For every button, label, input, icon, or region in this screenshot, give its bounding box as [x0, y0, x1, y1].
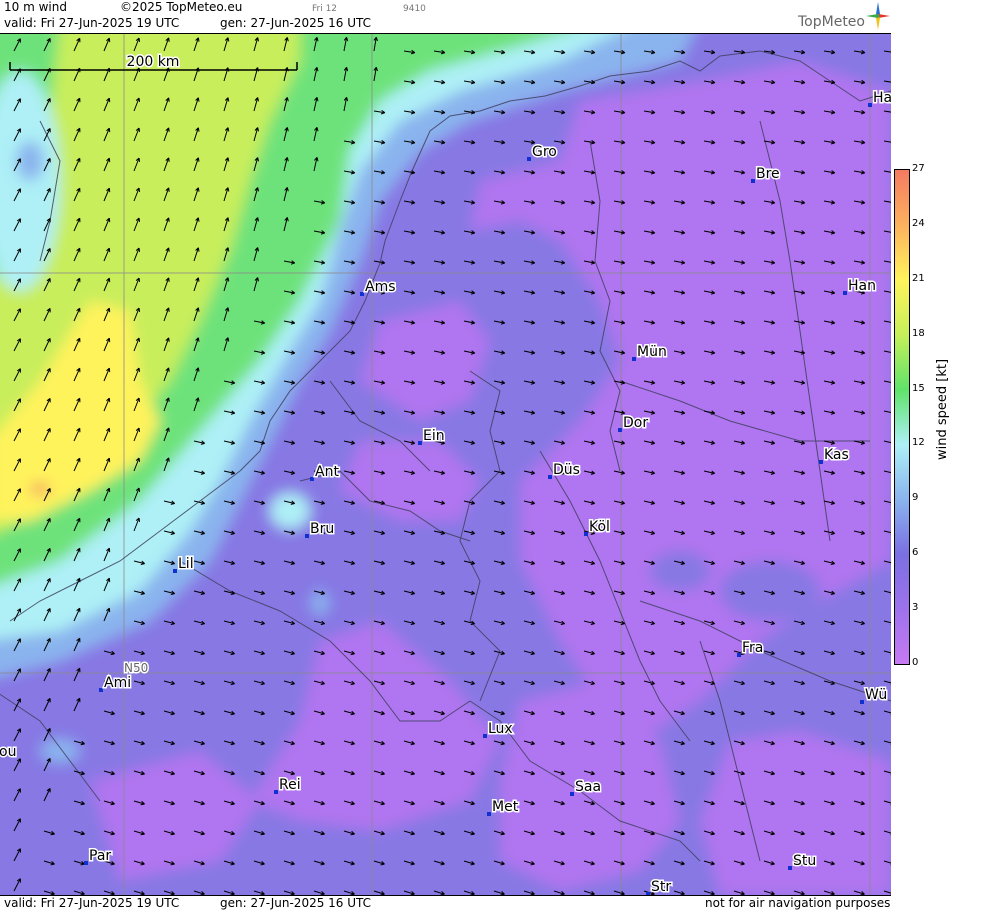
wind-map[interactable]: 200 km N50 Ha Gro Bre Ams Han Mün Dor Ein Kas Ant…: [0, 33, 892, 896]
footer-valid-time: valid: Fri 27-Jun-2025 19 UTC: [4, 896, 180, 910]
legend-tick-label: 27: [912, 163, 925, 174]
city-marker: [632, 357, 636, 361]
legend-tick-label: 6: [912, 547, 919, 559]
city-label: Bru: [310, 521, 334, 537]
city-marker: [737, 653, 741, 657]
city-label: Saa: [575, 779, 601, 795]
city-marker: [99, 688, 103, 692]
legend-tick-label: 12: [912, 437, 925, 449]
city-marker: [868, 103, 872, 107]
legend-color-bar: [894, 169, 910, 665]
disclaimer: not for air navigation purposes: [705, 896, 891, 910]
city-marker: [173, 569, 177, 573]
city-label: Par: [89, 848, 111, 864]
wind-speed-field: [0, 34, 891, 896]
city-marker: [819, 460, 823, 464]
city-marker: [527, 157, 531, 161]
city-marker: [487, 812, 491, 816]
city-marker: [843, 291, 847, 295]
city-label: Ams: [365, 279, 396, 295]
wind-map-canvas: 200 km N50 Ha Gro Bre Ams Han Mün Dor Ein Kas Ant…: [0, 34, 891, 896]
city-marker: [788, 866, 792, 870]
city-marker: [310, 477, 314, 481]
scale-label: 200 km: [127, 54, 180, 70]
city-marker: [305, 534, 309, 538]
legend-tick-label: 21: [912, 272, 925, 284]
city-label: Düs: [553, 462, 580, 478]
city-label: Fra: [742, 640, 763, 656]
city-label: Köl: [589, 519, 610, 535]
city-label: ou: [0, 744, 16, 760]
city-label: Mün: [637, 344, 667, 360]
city-label: Str: [651, 879, 671, 895]
valid-time: valid: Fri 27-Jun-2025 19 UTC: [4, 16, 180, 30]
legend-tick-label: 24: [912, 217, 925, 229]
map-header: 10 m wind ©2025 TopMeteo.eu valid: Fri 2…: [0, 0, 891, 33]
brand-logo-text: TopMeteo: [798, 14, 865, 30]
city-label: Ami: [104, 675, 131, 691]
city-label: Ant: [315, 464, 339, 480]
copyright: ©2025 TopMeteo.eu: [120, 0, 243, 14]
city-label: Stu: [793, 853, 816, 869]
city-label: Kas: [824, 447, 849, 463]
legend-tick-label: 0: [912, 657, 919, 668]
city-label: Met: [492, 799, 519, 815]
city-marker: [570, 792, 574, 796]
legend-tick-label: 9: [912, 492, 919, 504]
city-label: Ha: [873, 90, 891, 106]
city-label: Han: [848, 278, 876, 294]
city-label: Wü: [865, 687, 887, 703]
city-marker: [274, 790, 278, 794]
city-label: Lux: [488, 721, 513, 737]
small-label: 9410: [403, 4, 426, 14]
footer-generated-time: gen: 27-Jun-2025 16 UTC: [220, 896, 372, 910]
city-marker: [548, 475, 552, 479]
city-marker: [751, 179, 755, 183]
latitude-label: N50: [124, 661, 148, 675]
city-marker: [584, 532, 588, 536]
city-label: Ein: [423, 428, 445, 444]
city-marker: [618, 428, 622, 432]
compass-logo-icon: [866, 2, 890, 30]
legend-tick-label: 18: [912, 327, 925, 339]
city-label: Rei: [279, 777, 301, 793]
city-label: Dor: [623, 415, 648, 431]
product-title: 10 m wind: [4, 0, 67, 14]
city-marker: [860, 700, 864, 704]
legend-tick-label: 15: [912, 382, 925, 394]
city-marker: [84, 861, 88, 865]
city-label: Gro: [532, 144, 557, 160]
city-label: Bre: [756, 166, 780, 182]
city-marker: [360, 292, 364, 296]
small-label: Fri 12: [312, 4, 338, 14]
generated-time: gen: 27-Jun-2025 16 UTC: [220, 16, 372, 30]
city-label: Lil: [178, 556, 194, 572]
city-marker: [418, 441, 422, 445]
map-footer: valid: Fri 27-Jun-2025 19 UTC gen: 27-Ju…: [0, 895, 891, 910]
city-marker: [483, 734, 487, 738]
legend-tick-label: 3: [912, 602, 919, 614]
legend-unit-label: wind speed [kt]: [935, 358, 950, 460]
